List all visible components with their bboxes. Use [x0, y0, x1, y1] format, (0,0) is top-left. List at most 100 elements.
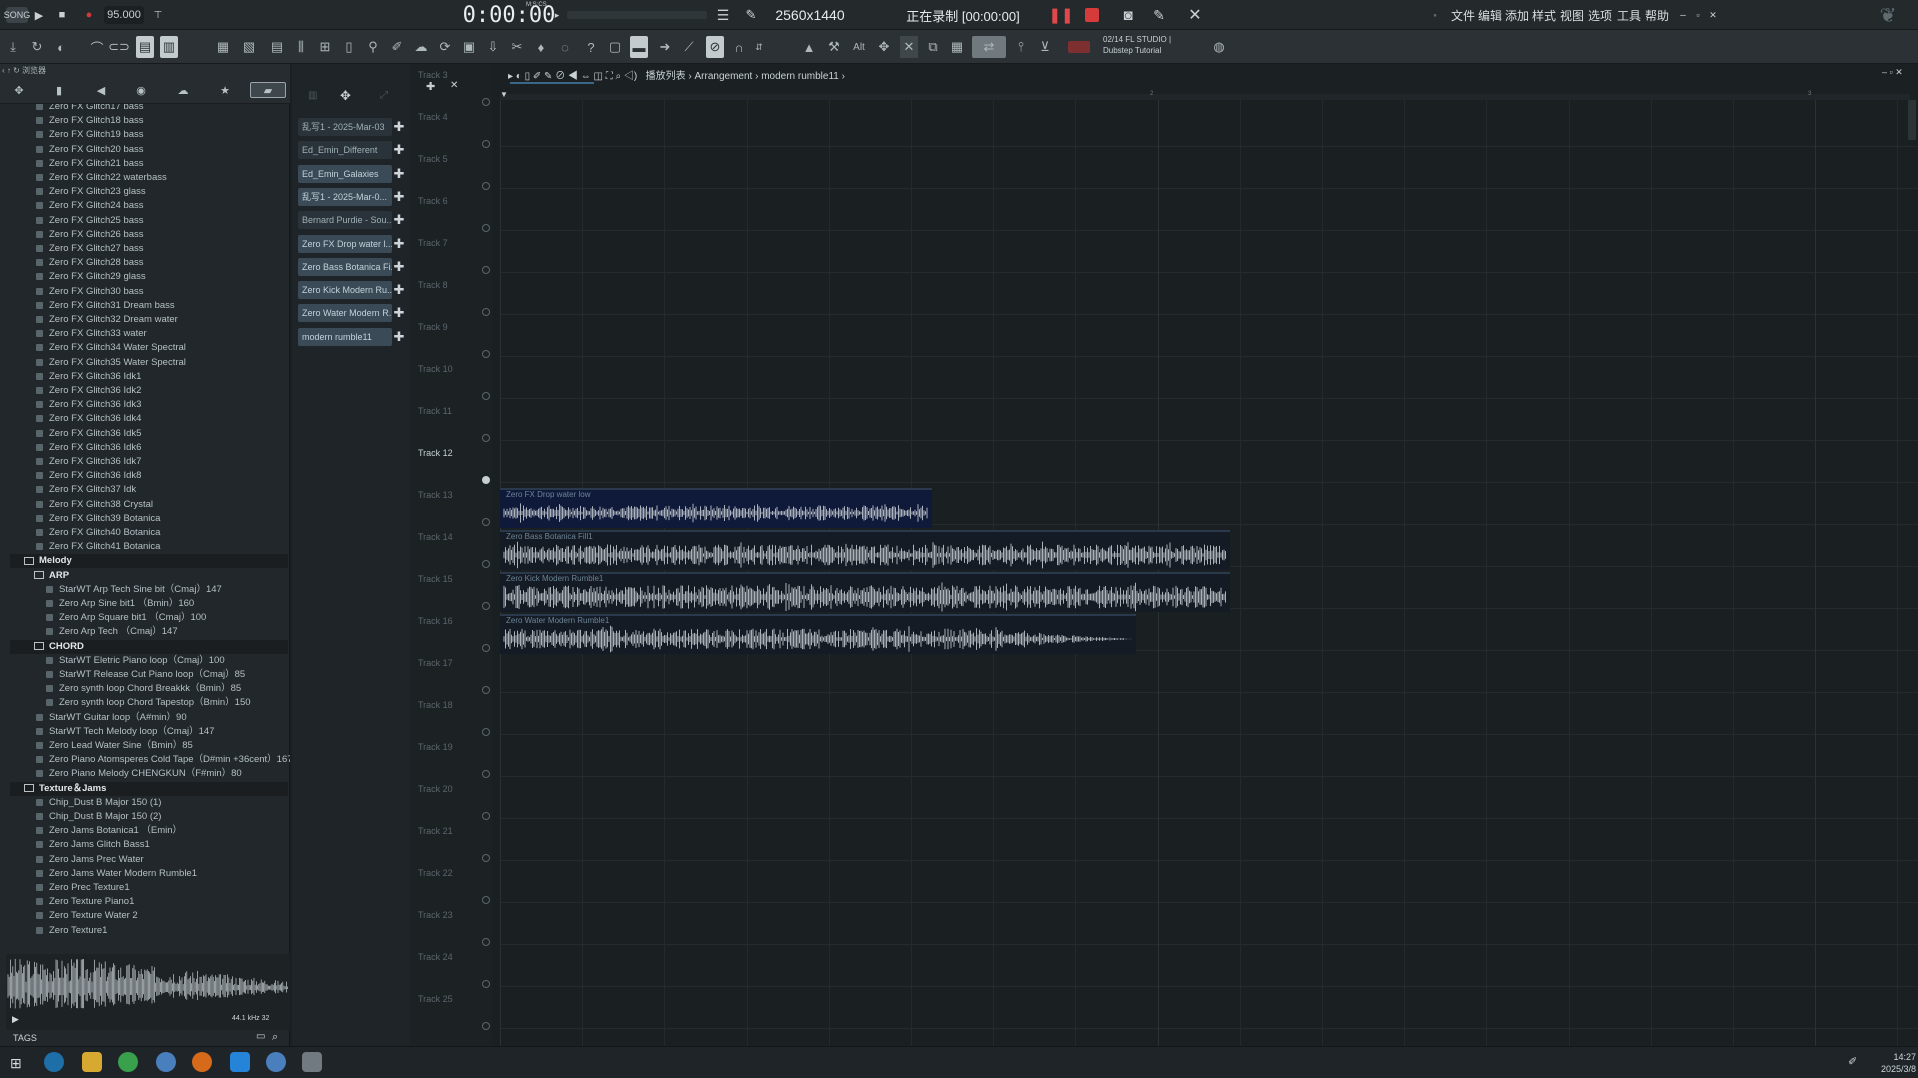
- track-mute-toggle[interactable]: [482, 182, 490, 190]
- track-label[interactable]: Track 8: [418, 280, 468, 290]
- refresh-icon[interactable]: ⟳: [436, 36, 454, 58]
- copy-icon[interactable]: ⧉: [924, 36, 942, 58]
- pin-icon[interactable]: ✎: [743, 0, 759, 30]
- pattern-button[interactable]: Bernard Purdie - Sou...: [298, 211, 392, 230]
- track-mute-toggle[interactable]: [482, 434, 490, 442]
- metronome-icon[interactable]: ⊤: [152, 0, 164, 30]
- track-label[interactable]: Track 17: [418, 658, 468, 668]
- browser-item[interactable]: Zero Arp Tech （Cmaj）147: [46, 625, 178, 639]
- menu-tools[interactable]: 工具: [1617, 7, 1641, 24]
- track-label[interactable]: Track 12: [418, 448, 468, 458]
- browser-item[interactable]: Zero Jams Water Modern Rumble1: [36, 867, 197, 881]
- audio-clip[interactable]: Zero Water Modern Rumble1: [500, 614, 1136, 654]
- paste-icon[interactable]: ▦: [948, 36, 966, 58]
- chat-icon[interactable]: ◌: [556, 36, 574, 58]
- add-pattern-icon[interactable]: ✥: [340, 88, 351, 104]
- browser-item[interactable]: Zero FX Glitch18 bass: [36, 114, 144, 128]
- browser-starred-icon[interactable]: ★: [214, 82, 236, 98]
- browser-item[interactable]: Zero FX Glitch17 bass: [36, 104, 144, 114]
- track-label[interactable]: Track 3: [418, 70, 468, 80]
- clock[interactable]: 14:27 2025/3/8: [1881, 1051, 1916, 1075]
- browser-item[interactable]: Zero Jams Glitch Bass1: [36, 838, 150, 852]
- magnet-icon[interactable]: ⊘: [706, 36, 724, 58]
- browser-all-icon[interactable]: ✥: [8, 82, 30, 98]
- folder-melody[interactable]: Melody: [24, 554, 72, 568]
- browser-item[interactable]: Zero FX Glitch36 Idk4: [36, 412, 141, 426]
- preview-play-icon[interactable]: ▶: [12, 1014, 19, 1025]
- folder-icon[interactable]: ▭: [256, 1031, 265, 1042]
- store-icon[interactable]: [230, 1052, 250, 1072]
- track-label[interactable]: Track 13: [418, 490, 468, 500]
- track-mute-toggle[interactable]: [482, 476, 490, 484]
- browser-item[interactable]: Zero FX Glitch36 Idk7: [36, 455, 141, 469]
- track-mute-toggle[interactable]: [482, 812, 490, 820]
- pattern-button[interactable]: 乱写1 - 2025-Mar-0...: [298, 187, 392, 206]
- browser-item[interactable]: Zero Jams Botanica1 （Emin）: [36, 824, 182, 838]
- browser-item[interactable]: Zero synth loop Chord Tapestop（Bmin）150: [46, 696, 251, 710]
- firefox-icon[interactable]: [192, 1052, 212, 1072]
- browser-files-icon[interactable]: ▮: [48, 82, 70, 98]
- pattern-button[interactable]: modern rumble11: [298, 327, 392, 346]
- pattern-button[interactable]: 乱写1 - 2025-Mar-03: [298, 118, 392, 136]
- browser-item[interactable]: Zero FX Glitch36 Idk8: [36, 469, 141, 483]
- link-icon[interactable]: ⊂⊃: [108, 36, 130, 58]
- playhead-marker-icon[interactable]: ▼: [500, 90, 508, 99]
- pattern-button[interactable]: Zero Kick Modern Ru...: [298, 281, 392, 300]
- browser-item[interactable]: Zero Piano Atomsperes Cold Tape（D#min +3…: [36, 753, 290, 767]
- pen-tray-icon[interactable]: ✐: [1848, 1055, 1857, 1068]
- menu-edit[interactable]: 编辑: [1478, 7, 1502, 24]
- track-mute-toggle[interactable]: [482, 350, 490, 358]
- close-icon[interactable]: ✕: [1708, 0, 1718, 30]
- track-mute-toggle[interactable]: [482, 686, 490, 694]
- mixer-icon[interactable]: ⫼: [292, 36, 310, 58]
- snap-icon[interactable]: ▬: [630, 36, 648, 58]
- song-mode-button[interactable]: SONG: [4, 7, 30, 23]
- track-label[interactable]: Track 23: [418, 910, 468, 920]
- track-mute-toggle[interactable]: [482, 644, 490, 652]
- knob-icon[interactable]: ◐: [52, 36, 70, 58]
- browser-item[interactable]: Zero FX Glitch33 water: [36, 327, 147, 341]
- browser-item[interactable]: Zero Prec Texture1: [36, 881, 130, 895]
- browser-item[interactable]: Zero Arp Square bit1 （Cmaj）100: [46, 611, 206, 625]
- audio-clip[interactable]: Zero Bass Botanica Fill1: [500, 530, 1230, 570]
- close-track-icon[interactable]: ✕: [450, 80, 458, 91]
- wechat-icon[interactable]: [118, 1052, 138, 1072]
- browser-item[interactable]: Zero FX Glitch35 Water Spectral: [36, 356, 186, 370]
- track-label[interactable]: Track 4: [418, 112, 468, 122]
- audio-clip[interactable]: Zero Kick Modern Rumble1: [500, 572, 1230, 612]
- basket-icon[interactable]: ⊻: [1036, 36, 1054, 58]
- pattern-mode-icon[interactable]: ▤: [136, 36, 154, 58]
- browser-item[interactable]: Zero FX Glitch22 waterbass: [36, 171, 167, 185]
- playlist-scroll-indicator[interactable]: [510, 82, 594, 84]
- pattern-button[interactable]: Zero Bass Botanica Fi...: [298, 257, 392, 276]
- browser-item[interactable]: Zero Piano Melody CHENGKUN（F#min）80: [36, 767, 242, 781]
- browser-back-icon[interactable]: ◀: [90, 82, 112, 98]
- cloud-icon[interactable]: ☁: [412, 36, 430, 58]
- track-mute-toggle[interactable]: [482, 392, 490, 400]
- browser-item[interactable]: Zero FX Glitch28 bass: [36, 256, 144, 270]
- browser-item[interactable]: Chip_Dust B Major 150 (1): [36, 796, 161, 810]
- track-label[interactable]: Track 24: [418, 952, 468, 962]
- draw-icon[interactable]: ⟋: [680, 36, 698, 58]
- pattern-button[interactable]: Zero FX Drop water l...: [298, 234, 392, 253]
- track-label[interactable]: Track 6: [418, 196, 468, 206]
- browser-item[interactable]: Zero FX Glitch31 Dream bass: [36, 299, 175, 313]
- track-label[interactable]: Track 10: [418, 364, 468, 374]
- track-mute-toggle[interactable]: [482, 518, 490, 526]
- mic-icon[interactable]: ♦: [532, 36, 550, 58]
- play-icon[interactable]: ▶: [32, 0, 46, 30]
- track-label[interactable]: Track 19: [418, 742, 468, 752]
- track-label[interactable]: Track 20: [418, 784, 468, 794]
- track-label[interactable]: Track 5: [418, 154, 468, 164]
- song-mode-icon[interactable]: ▥: [160, 36, 178, 58]
- browser-item[interactable]: Zero FX Glitch23 glass: [36, 185, 146, 199]
- browser-item[interactable]: Zero FX Glitch21 bass: [36, 157, 144, 171]
- export-icon[interactable]: ⇩: [484, 36, 502, 58]
- browser-item[interactable]: Zero Lead Water Sine（Bmin）85: [36, 739, 193, 753]
- track-label[interactable]: Track 15: [418, 574, 468, 584]
- menu-patterns[interactable]: 样式: [1532, 7, 1556, 24]
- track-label[interactable]: Track 18: [418, 700, 468, 710]
- browser-item[interactable]: Chip_Dust B Major 150 (2): [36, 810, 161, 824]
- menu-view[interactable]: 视图: [1560, 7, 1584, 24]
- pattern-add-icon[interactable]: ✚: [392, 188, 406, 206]
